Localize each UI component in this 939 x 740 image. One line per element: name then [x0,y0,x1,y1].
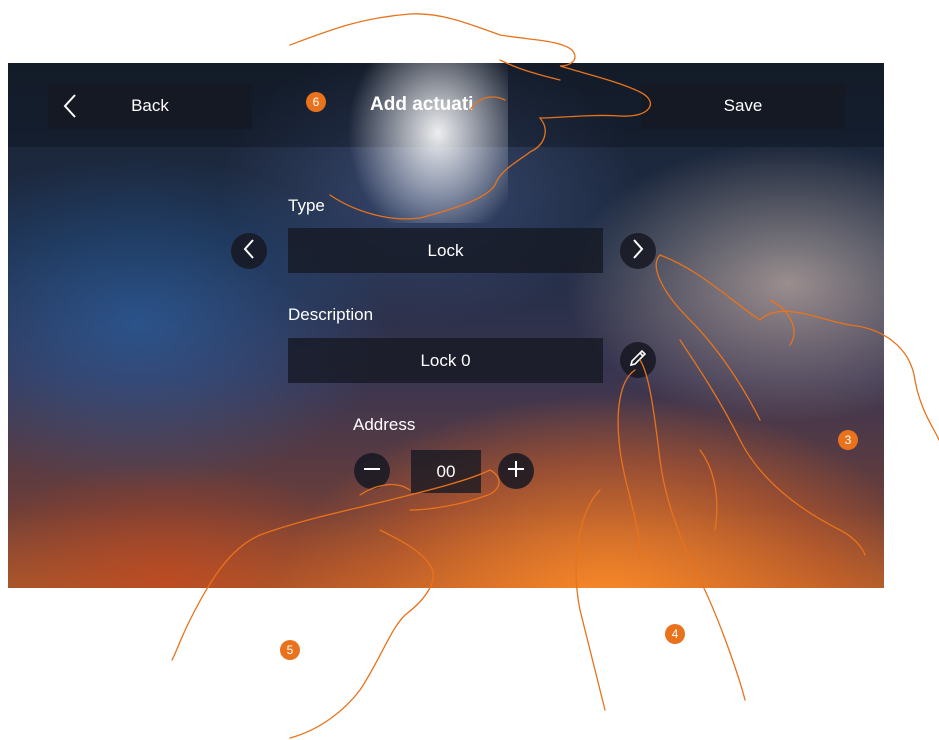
description-field[interactable]: Lock 0 [288,338,603,383]
pencil-icon [628,348,648,373]
address-value-field[interactable]: 00 [411,450,481,493]
type-next-button[interactable] [620,233,656,269]
address-value: 00 [436,461,456,481]
address-increase-button[interactable] [498,453,534,489]
address-label: Address [353,415,416,434]
chevron-right-icon [631,238,645,265]
address-decrease-button[interactable] [354,453,390,489]
chevron-left-icon [242,238,256,265]
touchscreen: Back Add actuati Save Type Lock Descript… [8,63,884,588]
back-chevron-icon [62,93,78,124]
type-prev-button[interactable] [231,233,267,269]
type-value: Lock [427,240,464,260]
callout-3: 3 [838,430,858,450]
back-label: Back [131,96,169,115]
minus-icon [362,459,382,484]
type-field[interactable]: Lock [288,228,603,273]
hand-highlight [348,63,508,223]
callout-6: 6 [306,92,326,112]
type-label: Type [288,196,325,215]
save-button[interactable]: Save [641,83,845,129]
save-label: Save [723,96,763,115]
edit-description-button[interactable] [620,342,656,378]
description-value: Lock 0 [420,350,471,370]
back-button[interactable]: Back [48,83,252,129]
plus-icon [506,459,526,484]
callout-4: 4 [665,624,685,644]
callout-5: 5 [280,640,300,660]
description-label: Description [288,305,374,324]
